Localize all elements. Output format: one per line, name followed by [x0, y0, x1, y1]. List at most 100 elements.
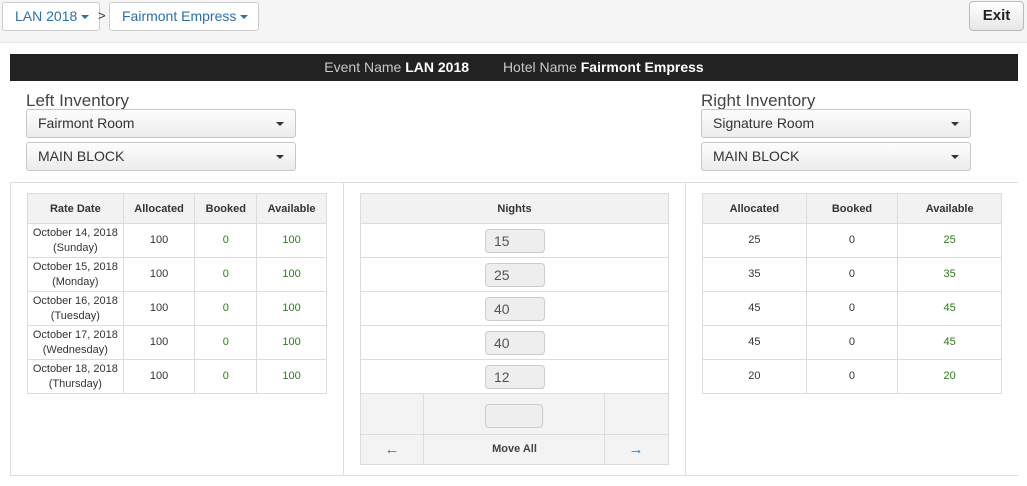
table-row: October 17, 2018 (Wednesday) 100 0 100: [27, 325, 327, 360]
move-all-footer: Move All ← →: [361, 394, 668, 464]
available-cell: 45: [897, 291, 1002, 326]
right-room-select-value: Signature Room: [713, 115, 815, 131]
panel-divider: [685, 182, 686, 476]
nights-header: Nights: [361, 194, 668, 224]
booked-cell: 0: [805, 291, 899, 326]
allocated-cell: 100: [122, 359, 196, 394]
nights-input[interactable]: 15: [485, 229, 545, 253]
column-header: Rate Date: [27, 193, 124, 224]
nights-panel: Nights 15 25 40 40 12 Move All ← →: [360, 193, 669, 465]
event-dropdown-button[interactable]: LAN 2018: [2, 2, 101, 31]
left-room-select-value: Fairmont Room: [38, 115, 135, 131]
allocated-cell: 35: [702, 257, 807, 292]
nights-input[interactable]: 40: [485, 297, 545, 321]
nights-row: 15: [361, 224, 668, 258]
table-row: 45 0 45: [702, 325, 1002, 360]
allocated-cell: 20: [702, 359, 807, 394]
rate-date: October 17, 2018: [32, 328, 118, 341]
nights-input[interactable]: 12: [485, 365, 545, 389]
available-cell: 35: [897, 257, 1002, 292]
right-room-select[interactable]: Signature Room: [701, 109, 971, 138]
rate-date: October 16, 2018: [32, 294, 118, 307]
caret-down-icon: [276, 122, 284, 126]
column-header: Available: [256, 193, 327, 224]
table-row: 20 0 20: [702, 359, 1002, 394]
move-all-input[interactable]: [485, 404, 543, 428]
event-dropdown-label: LAN 2018: [15, 8, 78, 24]
available-cell: 20: [897, 359, 1002, 394]
allocated-cell: 25: [702, 223, 807, 258]
right-inventory-table: Allocated Booked Available 25 0 25 35 0 …: [702, 193, 1002, 394]
hotel-dropdown-button[interactable]: Fairmont Empress: [109, 2, 260, 31]
top-bar: LAN 2018 > Fairmont Empress Exit: [0, 0, 1027, 43]
rate-day: (Thursday): [48, 377, 102, 390]
table-row: October 18, 2018 (Thursday) 100 0 100: [27, 359, 327, 394]
left-block-select-value: MAIN BLOCK: [38, 148, 125, 164]
allocated-cell: 100: [122, 223, 196, 258]
column-header: Allocated: [702, 193, 807, 224]
booked-cell: 0: [194, 359, 258, 394]
available-cell: 100: [256, 359, 327, 394]
available-cell: 100: [256, 257, 327, 292]
rate-date-cell: October 16, 2018 (Tuesday): [27, 291, 124, 326]
caret-down-icon: [81, 15, 90, 20]
right-block-select[interactable]: MAIN BLOCK: [701, 142, 971, 171]
available-cell: 45: [897, 325, 1002, 360]
allocated-cell: 45: [702, 325, 807, 360]
table-row: 35 0 35: [702, 257, 1002, 292]
rate-day: (Monday): [52, 275, 99, 288]
nights-row: 12: [361, 360, 668, 394]
nights-input[interactable]: 40: [485, 331, 545, 355]
right-block-select-value: MAIN BLOCK: [713, 148, 800, 164]
rate-date: October 18, 2018: [32, 362, 118, 375]
nights-row: 40: [361, 326, 668, 360]
rate-day: (Wednesday): [42, 343, 108, 356]
caret-down-icon: [951, 122, 959, 126]
panel-divider: [343, 182, 344, 476]
table-row: October 15, 2018 (Monday) 100 0 100: [27, 257, 327, 292]
left-block-select[interactable]: MAIN BLOCK: [26, 142, 296, 171]
allocated-cell: 45: [702, 291, 807, 326]
booked-cell: 0: [805, 359, 899, 394]
rate-date: October 15, 2018: [32, 260, 118, 273]
column-header: Booked: [194, 193, 258, 224]
booked-cell: 0: [194, 257, 258, 292]
booked-cell: 0: [805, 325, 899, 360]
nights-row: 40: [361, 292, 668, 326]
allocated-cell: 100: [122, 257, 196, 292]
booked-cell: 0: [194, 223, 258, 258]
move-right-arrow-icon[interactable]: →: [605, 435, 667, 464]
hotel-name-label: Hotel Name: [502, 59, 577, 75]
rate-day: (Sunday): [53, 241, 98, 254]
available-cell: 100: [256, 291, 327, 326]
left-inventory-title: Left Inventory: [26, 91, 130, 110]
available-cell: 25: [897, 223, 1002, 258]
hotel-dropdown-label: Fairmont Empress: [122, 8, 237, 24]
table-row: 25 0 25: [702, 223, 1002, 258]
allocated-cell: 100: [122, 291, 196, 326]
booked-cell: 0: [194, 325, 258, 360]
event-name-value: LAN 2018: [405, 59, 470, 75]
breadcrumb-separator: >: [98, 8, 106, 23]
exit-button[interactable]: Exit: [969, 1, 1024, 31]
nights-row: 25: [361, 258, 668, 292]
left-room-select[interactable]: Fairmont Room: [26, 109, 296, 138]
rate-date-cell: October 14, 2018 (Sunday): [27, 223, 124, 258]
caret-down-icon: [951, 155, 959, 159]
available-cell: 100: [256, 223, 327, 258]
available-cell: 100: [256, 325, 327, 360]
left-inventory-table: Rate Date Allocated Booked Available Oct…: [27, 193, 327, 394]
table-row: 45 0 45: [702, 291, 1002, 326]
move-left-arrow-icon[interactable]: ←: [361, 435, 423, 464]
event-banner: Event Name LAN 2018 Hotel Name Fairmont …: [10, 54, 1018, 81]
column-header: Booked: [805, 193, 899, 224]
hotel-name-value: Fairmont Empress: [580, 59, 704, 75]
rate-date-cell: October 17, 2018 (Wednesday): [27, 325, 124, 360]
column-header: Allocated: [122, 193, 196, 224]
allocated-cell: 100: [122, 325, 196, 360]
nights-input[interactable]: 25: [485, 263, 545, 287]
caret-down-icon: [240, 15, 249, 20]
rate-day: (Tuesday): [50, 309, 100, 322]
column-header: Available: [897, 193, 1002, 224]
event-name-label: Event Name: [324, 59, 402, 75]
